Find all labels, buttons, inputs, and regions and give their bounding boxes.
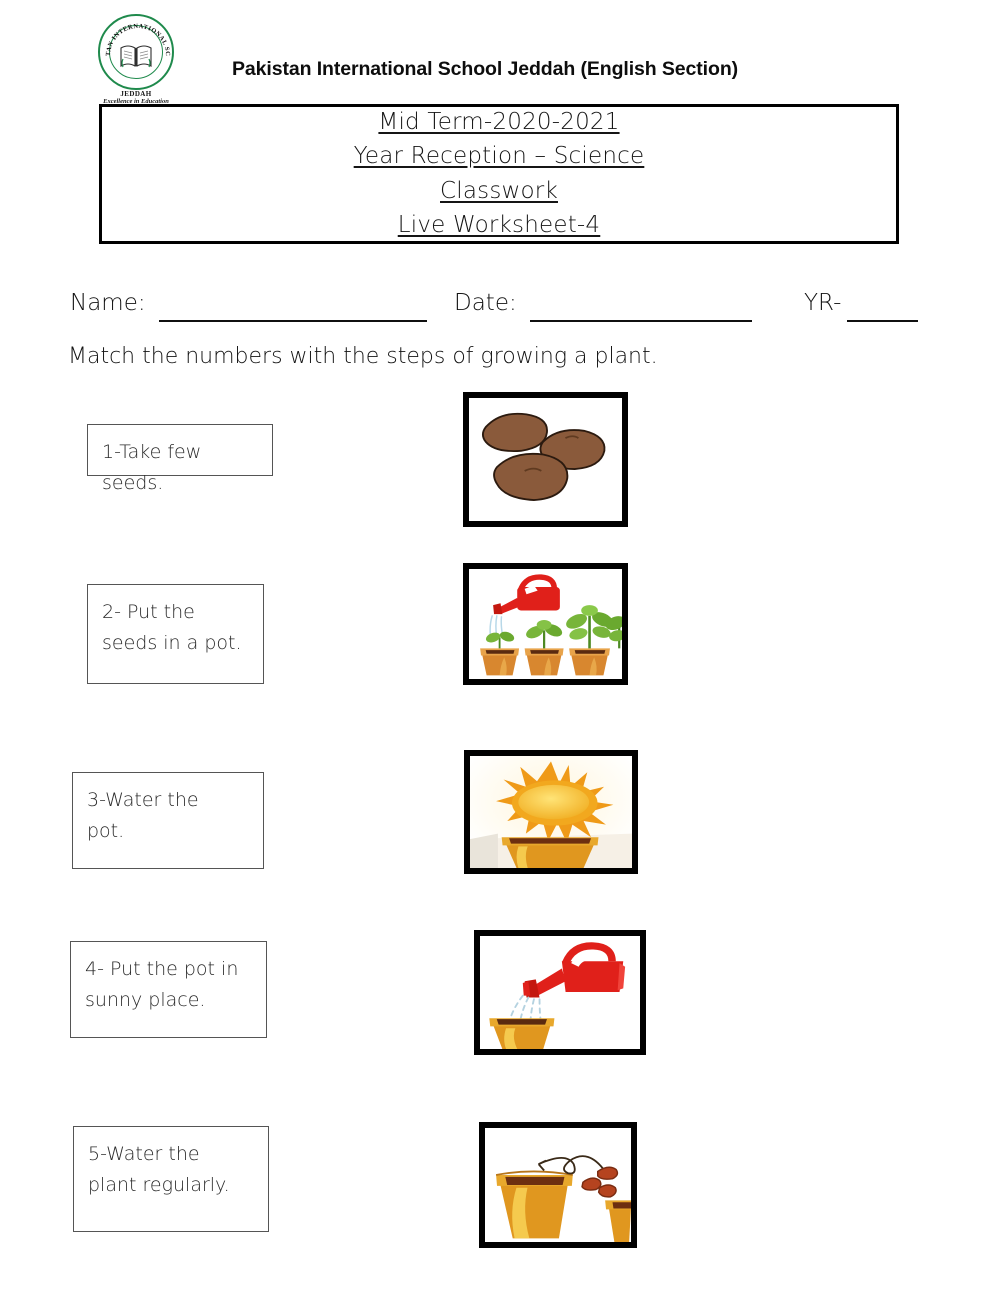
seeds-image[interactable]	[463, 392, 628, 527]
school-title: Pakistan International School Jeddah (En…	[232, 58, 739, 80]
title-line-worksheet: Live Worksheet-4	[397, 211, 601, 238]
step-label-box-3[interactable]: 3-Water the pot.	[72, 772, 264, 869]
instruction-text: Match the numbers with the steps of grow…	[68, 344, 658, 369]
step-label-box-5[interactable]: 5-Water the plant regularly.	[73, 1126, 269, 1232]
open-book-icon	[120, 45, 152, 68]
step-label-5: 5-Water the plant regularly.	[88, 1143, 230, 1196]
watering-can-pot-image[interactable]	[474, 930, 646, 1055]
logo-seal: PAKISTAN INTERNATIONAL SCHOOL	[98, 14, 174, 90]
date-input[interactable]	[530, 320, 752, 322]
student-info-row: Name: Date: YR-	[70, 290, 930, 326]
title-line-subject: Year Reception – Science	[353, 143, 645, 170]
step-label-2: 2- Put the seeds in a pot.	[102, 601, 242, 654]
school-logo: PAKISTAN INTERNATIONAL SCHOOL JEDDAH Exc…	[84, 14, 188, 106]
year-input[interactable]	[847, 320, 918, 322]
date-label: Date:	[454, 290, 517, 316]
pots-with-plants-image[interactable]	[463, 563, 628, 685]
name-label: Name:	[70, 290, 146, 316]
sun-over-pot-image[interactable]	[464, 750, 638, 874]
title-line-term: Mid Term-2020-2021	[378, 108, 620, 135]
step-label-box-4[interactable]: 4- Put the pot in sunny place.	[70, 941, 267, 1038]
step-label-3: 3-Water the pot.	[87, 789, 199, 842]
title-line-type: Classwork	[440, 177, 558, 204]
logo-city-label: JEDDAH	[120, 90, 152, 98]
seeds-into-pot-image[interactable]	[479, 1122, 637, 1248]
step-label-box-1[interactable]: 1-Take few seeds.	[87, 424, 273, 494]
step-label-box-2[interactable]: 2- Put the seeds in a pot.	[87, 584, 264, 684]
step-label-4: 4- Put the pot in sunny place.	[85, 958, 239, 1011]
worksheet-title-box: Mid Term-2020-2021 Year Reception – Scie…	[99, 104, 899, 244]
step-label-1: 1-Take few seeds.	[102, 441, 202, 494]
name-input[interactable]	[159, 320, 427, 322]
year-label: YR-	[804, 290, 842, 316]
